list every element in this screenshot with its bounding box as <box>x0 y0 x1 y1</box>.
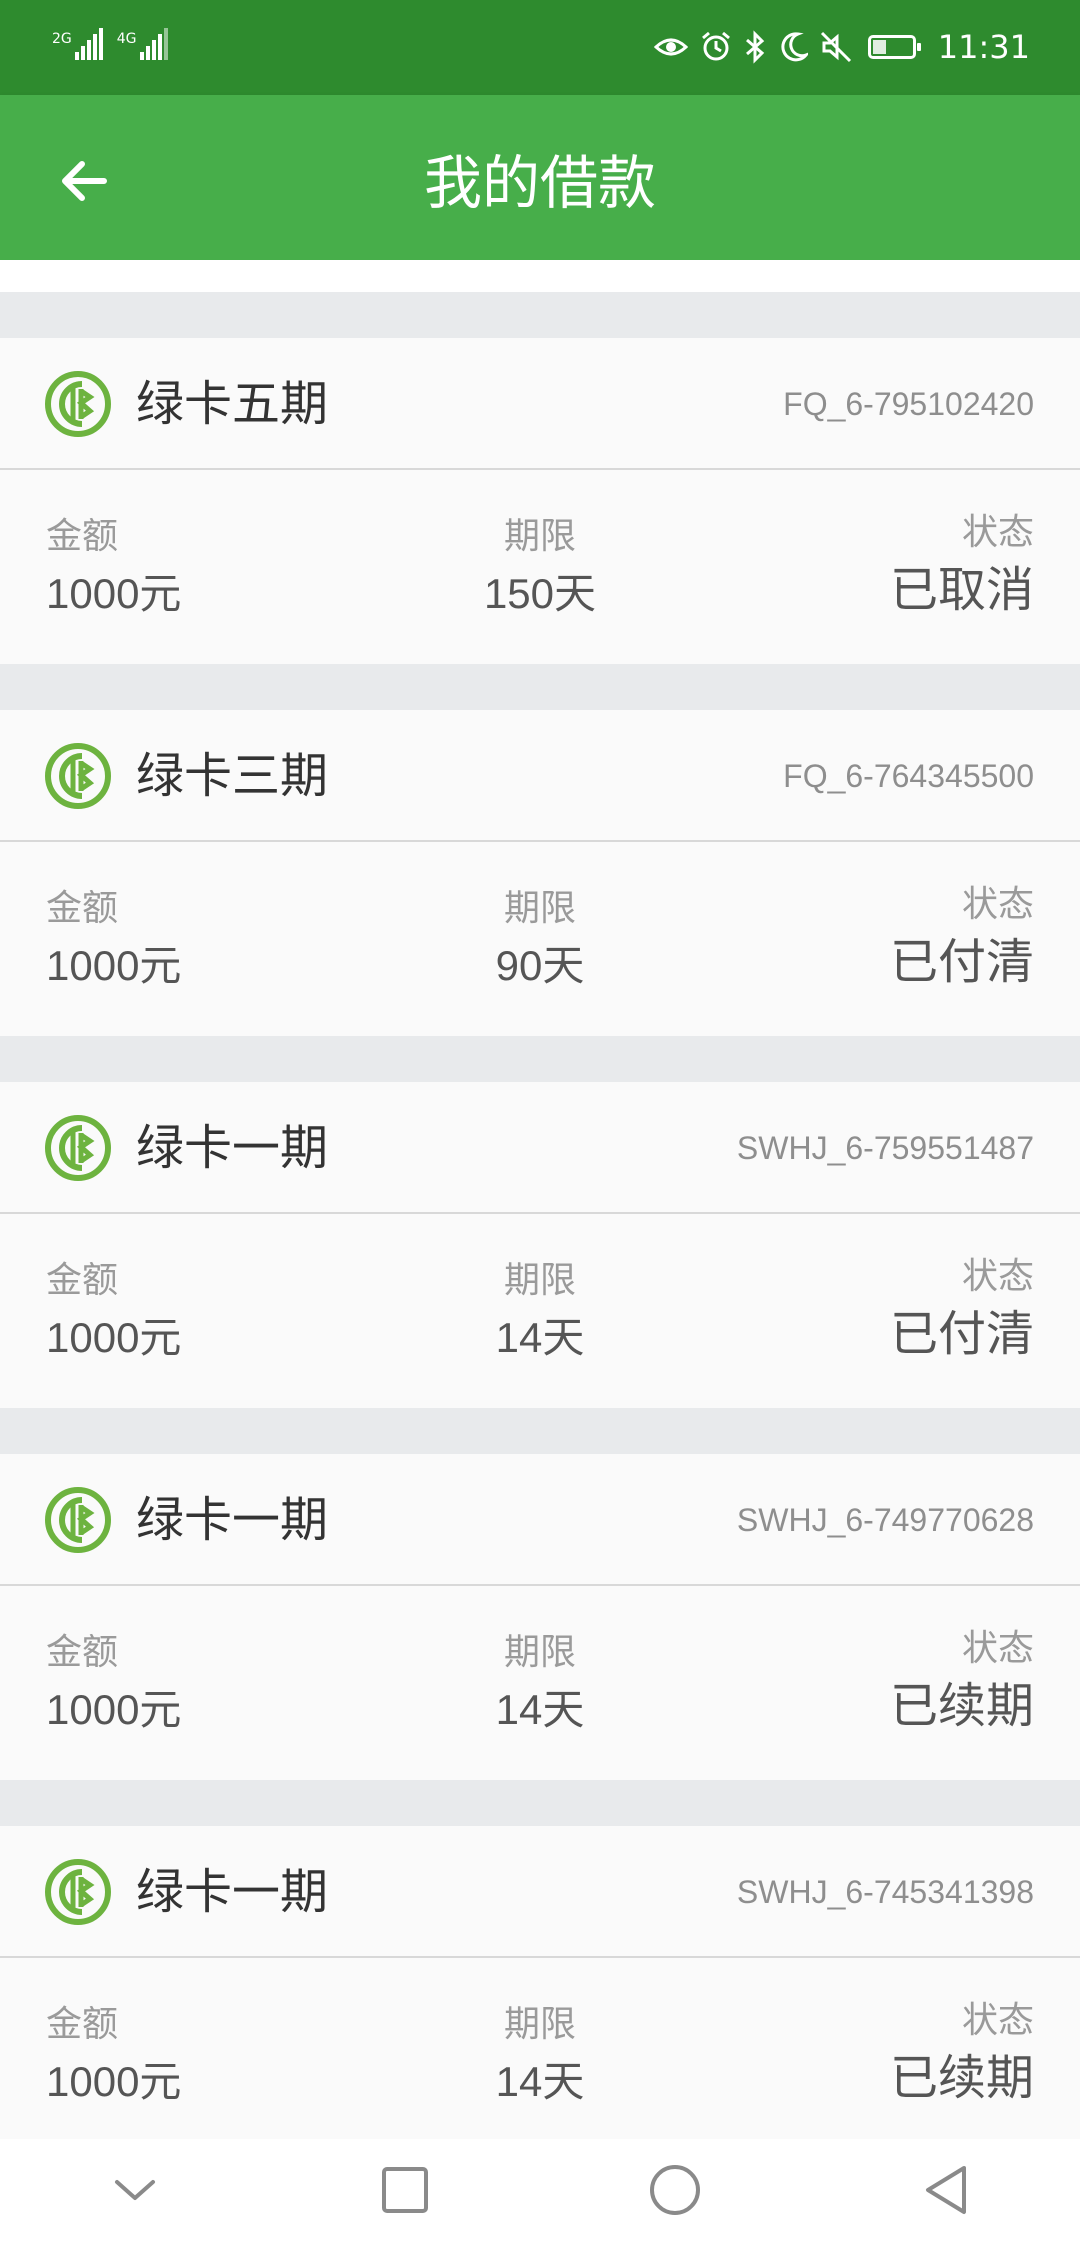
loan-id: FQ_6-764345500 <box>783 758 1034 794</box>
signal-bars-icon <box>139 26 168 60</box>
status-label: 状态 <box>961 1256 1034 1297</box>
term-label: 期限 <box>503 516 576 557</box>
triangle-back-icon <box>922 2164 968 2220</box>
status-value: 已续期 <box>889 2050 1034 2106</box>
loan-card-header: 绿卡一期 SWHJ_6-749770628 <box>0 1454 1080 1586</box>
loan-id: SWHJ_6-745341398 <box>736 1874 1034 1910</box>
chevron-down-icon <box>113 2178 157 2206</box>
status-bar: 2G 4G 11:31 <box>0 0 1080 95</box>
loan-card-body: 金额 1000元 期限 150天 状态 已取消 <box>0 470 1080 664</box>
network-type-label: 2G <box>52 31 72 47</box>
square-icon <box>381 2166 429 2218</box>
product-name: 绿卡五期 <box>136 376 329 432</box>
page-title: 我的借款 <box>423 149 656 217</box>
signal-bars-icon <box>74 26 103 60</box>
status-label: 状态 <box>961 512 1034 553</box>
app-bar: 我的借款 <box>0 95 1080 260</box>
nav-back-button[interactable] <box>885 2147 1005 2237</box>
clock: 11:31 <box>937 28 1030 66</box>
signal-2g: 2G <box>52 26 103 60</box>
status-value: 已续期 <box>889 1678 1034 1734</box>
loan-card-body: 金额 1000元 期限 90天 状态 已付清 <box>0 842 1080 1036</box>
loan-id: SWHJ_6-759551487 <box>736 1130 1034 1166</box>
loan-id: FQ_6-795102420 <box>783 386 1034 422</box>
mute-icon <box>820 31 852 63</box>
loan-card[interactable]: 绿卡三期 FQ_6-764345500 金额 1000元 期限 90天 状态 已… <box>0 710 1080 1036</box>
status-label: 状态 <box>961 1628 1034 1669</box>
loan-card[interactable]: 绿卡五期 FQ_6-795102420 金额 1000元 期限 150天 状态 … <box>0 338 1080 664</box>
status-label: 状态 <box>961 884 1034 925</box>
loan-card-header: 绿卡一期 SWHJ_6-745341398 <box>0 1826 1080 1958</box>
product-logo-icon <box>44 1114 112 1182</box>
battery-icon <box>867 35 921 59</box>
nav-home-button[interactable] <box>615 2147 735 2237</box>
loan-card[interactable]: 绿卡一期 SWHJ_6-759551487 金额 1000元 期限 14天 状态… <box>0 1082 1080 1408</box>
product-name: 绿卡三期 <box>136 748 329 804</box>
status-value: 已取消 <box>889 562 1034 618</box>
signal-indicators: 2G 4G <box>52 26 168 60</box>
status-label: 状态 <box>961 2000 1034 2041</box>
network-type-label: 4G <box>116 31 137 47</box>
circle-icon <box>649 2164 701 2220</box>
loan-card-header: 绿卡一期 SWHJ_6-759551487 <box>0 1082 1080 1214</box>
loan-card-body: 金额 1000元 期限 14天 状态 已续期 <box>0 1586 1080 1780</box>
product-logo-icon <box>44 370 112 438</box>
loan-card-body: 金额 1000元 期限 14天 状态 已续期 <box>0 1958 1080 2152</box>
status-value: 已付清 <box>889 934 1034 990</box>
header-spacer <box>0 260 1080 292</box>
product-logo-icon <box>44 742 112 810</box>
product-logo-icon <box>44 1486 112 1554</box>
term-label: 期限 <box>503 1632 576 1673</box>
navigation-bar <box>0 2139 1080 2244</box>
status-value: 已付清 <box>889 1306 1034 1362</box>
term-label: 期限 <box>503 1260 576 1301</box>
loan-card-header: 绿卡五期 FQ_6-795102420 <box>0 338 1080 470</box>
nav-hide-button[interactable] <box>75 2147 195 2237</box>
alarm-icon <box>700 31 732 63</box>
loan-list: 绿卡五期 FQ_6-795102420 金额 1000元 期限 150天 状态 … <box>0 292 1080 2152</box>
loan-card[interactable]: 绿卡一期 SWHJ_6-745341398 金额 1000元 期限 14天 状态… <box>0 1826 1080 2152</box>
bluetooth-icon <box>744 30 766 64</box>
loan-card-body: 金额 1000元 期限 14天 状态 已付清 <box>0 1214 1080 1408</box>
product-logo-icon <box>44 1858 112 1926</box>
status-icons: 11:31 <box>653 22 1030 72</box>
loan-card[interactable]: 绿卡一期 SWHJ_6-749770628 金额 1000元 期限 14天 状态… <box>0 1454 1080 1780</box>
signal-4g: 4G <box>117 26 168 60</box>
product-name: 绿卡一期 <box>136 1120 329 1176</box>
product-name: 绿卡一期 <box>136 1492 329 1548</box>
loan-id: SWHJ_6-749770628 <box>736 1502 1034 1538</box>
term-label: 期限 <box>503 2004 576 2045</box>
moon-icon <box>778 31 808 63</box>
product-name: 绿卡一期 <box>136 1864 329 1920</box>
nav-recents-button[interactable] <box>345 2147 465 2237</box>
term-label: 期限 <box>503 888 576 929</box>
loan-card-header: 绿卡三期 FQ_6-764345500 <box>0 710 1080 842</box>
eye-icon <box>653 35 688 59</box>
